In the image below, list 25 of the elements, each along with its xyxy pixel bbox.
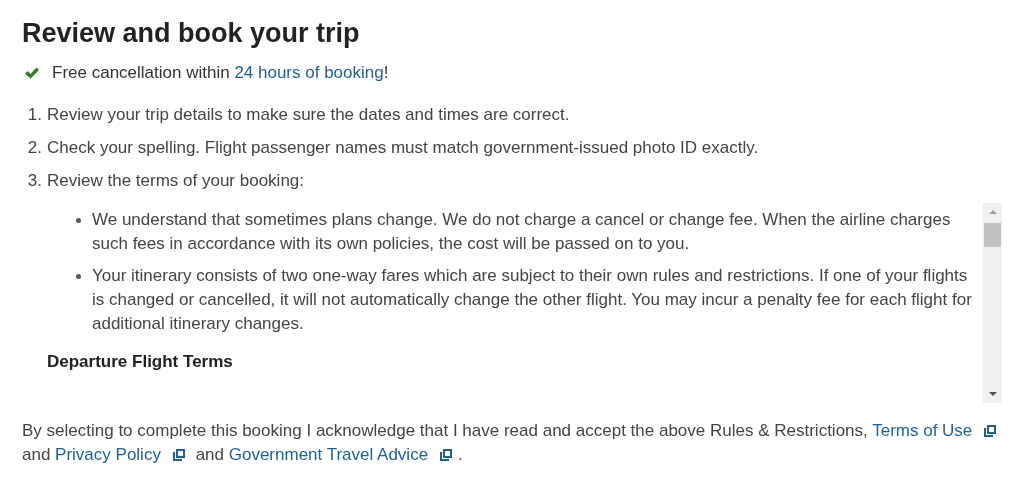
policy-link[interactable]: Terms of Use [872, 421, 973, 440]
step-text: Review the terms of your booking: [47, 170, 304, 192]
term-text: Your itinerary consists of two one-way fares which are subject to their own rules and restrictions. If one of your flights is changed or cancelled, it will not automatically change the other flight. You may incur a penalty fee for each flight for additional itinerary changes. [92, 265, 973, 335]
scrollbar[interactable] [983, 203, 1002, 403]
step-number: 1. [27, 104, 42, 126]
external-link-icon[interactable] [172, 449, 185, 461]
scroll-down-icon[interactable] [987, 391, 998, 397]
bullet-icon [76, 218, 81, 223]
step-text: Check your spelling. Flight passenger names must match government-issued photo ID exactly. [47, 137, 759, 159]
bullet-icon [76, 274, 81, 279]
external-link-icon[interactable] [440, 449, 453, 461]
step-number: 3. [27, 170, 42, 192]
check-icon [24, 66, 40, 80]
policy-link[interactable]: Government Travel Advice [228, 445, 429, 464]
scroll-thumb[interactable] [984, 223, 1001, 247]
step-text: Review your trip details to make sure the dates and times are correct. [47, 104, 570, 126]
acknowledgement-text: By selecting to complete this booking I acknowledge that I have read and accept the above Rules & Restrictions, Terms of Use and Privacy Policy and Government Travel Advice . [22, 419, 1014, 467]
booking-link[interactable]: 24 hours of booking [234, 63, 384, 82]
term-text: We understand that sometimes plans change. We do not charge a cancel or change fee. When the airline charges such fees in accordance with its own policies, the cost will be passed on to you. [92, 209, 952, 255]
policy-link[interactable]: Privacy Policy [55, 445, 161, 464]
step-number: 2. [27, 137, 42, 159]
external-link-icon[interactable] [984, 425, 997, 437]
page-title: Review and book your trip [22, 17, 361, 50]
cancellation-notice: Free cancellation within 24 hours of booking! [52, 63, 389, 83]
section-title: Departure Flight Terms [47, 352, 234, 372]
